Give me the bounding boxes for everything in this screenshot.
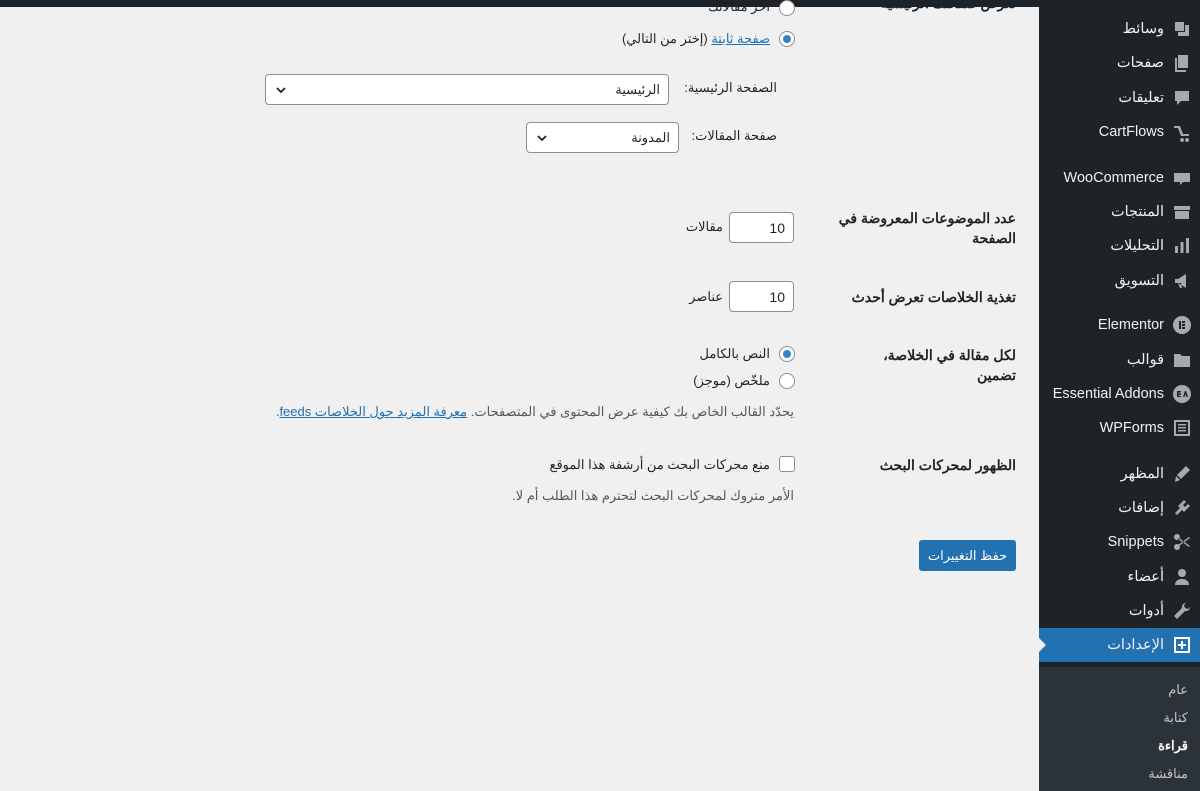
search-visibility-heading: الظهور لمحركات البحث <box>879 457 1016 473</box>
tools-icon <box>1172 601 1192 621</box>
cartflows-icon <box>1172 122 1192 142</box>
sidebar-item-label: CartFlows <box>1098 124 1164 140</box>
excerpt-label: ملخّص (موجز) <box>693 373 770 388</box>
static-page-hint: (إختر من التالي) <box>621 31 708 46</box>
chevron-down-icon <box>537 135 547 142</box>
essential-addons-icon <box>1172 384 1192 404</box>
posts-per-page-unit: مقالات <box>685 219 723 234</box>
sidebar-item-label: WPForms <box>1099 420 1164 436</box>
discourage-search-label: منع محركات البحث من أرشفة هذا الموقع <box>549 457 770 472</box>
feed-content-heading: لكل مقالة في الخلاصة، تضمين <box>883 347 1016 383</box>
sidebar-item-label: أدوات <box>1128 603 1164 619</box>
save-changes-button[interactable]: حفظ التغييرات <box>919 540 1016 571</box>
sidebar-item-essential-addons[interactable]: Essential Addons <box>1039 377 1200 411</box>
feed-items-heading: تغذية الخلاصات تعرض أحدث <box>851 289 1016 305</box>
sidebar-item-tools[interactable]: أدوات <box>1039 594 1200 628</box>
sidebar-item-label: إضافات <box>1118 500 1164 516</box>
media-icon <box>1172 19 1192 39</box>
submenu-item-general[interactable]: عام <box>1168 682 1188 698</box>
marketing-icon <box>1172 271 1192 291</box>
sidebar-item-media[interactable]: وسائط <box>1039 12 1200 46</box>
feed-content-description: يحدّد القالب الخاص بك كيفية عرض المحتوى … <box>276 404 794 420</box>
elementor-icon <box>1172 315 1192 335</box>
submenu-item-reading[interactable]: قراءة <box>1158 738 1188 754</box>
admin-sidebar: وسائط صفحات تعليقات CartFlows WooCommerc… <box>1039 7 1200 791</box>
woocommerce-icon <box>1172 168 1192 188</box>
sidebar-item-pages[interactable]: صفحات <box>1039 46 1200 80</box>
submenu-item-discussion[interactable]: مناقشة <box>1148 766 1188 782</box>
snippets-icon <box>1172 532 1192 552</box>
settings-icon <box>1172 635 1192 655</box>
sidebar-item-templates[interactable]: قوالب <box>1039 343 1200 377</box>
full-text-label: النص بالكامل <box>699 346 770 361</box>
sidebar-item-label: التحليلات <box>1110 238 1164 254</box>
sidebar-item-label: Essential Addons <box>1052 386 1164 402</box>
sidebar-item-comments[interactable]: تعليقات <box>1039 81 1200 115</box>
sidebar-item-label: WooCommerce <box>1063 170 1164 186</box>
feed-items-input[interactable] <box>729 281 794 312</box>
sidebar-item-label: تعليقات <box>1118 90 1164 106</box>
sidebar-item-analytics[interactable]: التحليلات <box>1039 229 1200 263</box>
learn-more-feeds-link[interactable]: معرفة المزيد حول الخلاصات feeds <box>279 404 467 419</box>
posts-per-page-input[interactable] <box>729 212 794 243</box>
sidebar-item-cartflows[interactable]: CartFlows <box>1039 115 1200 149</box>
appearance-icon <box>1172 464 1192 484</box>
analytics-icon <box>1172 236 1192 256</box>
users-icon <box>1172 567 1192 587</box>
feed-description-text: يحدّد القالب الخاص بك كيفية عرض المحتوى … <box>470 404 794 419</box>
sidebar-item-snippets[interactable]: Snippets <box>1039 525 1200 559</box>
radio-excerpt[interactable] <box>779 373 795 389</box>
sidebar-item-label: Elementor <box>1097 317 1164 333</box>
sidebar-item-label: التسويق <box>1114 273 1164 289</box>
templates-icon <box>1172 350 1192 370</box>
sidebar-item-appearance[interactable]: المظهر <box>1039 457 1200 491</box>
static-page-link[interactable]: صفحة ثابتة <box>711 31 770 46</box>
search-visibility-description: الأمر متروك لمحركات البحث لتحترم هذا الط… <box>512 488 794 503</box>
static-page-option: صفحة ثابتة (إختر من التالي) <box>622 31 770 47</box>
sidebar-item-label: المظهر <box>1120 466 1164 482</box>
admin-top-bar <box>0 0 1200 7</box>
wpforms-icon <box>1172 418 1192 438</box>
latest-posts-label: آخر مقالاتك <box>708 0 770 14</box>
feed-items-unit: عناصر <box>689 289 723 304</box>
comments-icon <box>1172 88 1192 108</box>
radio-full-text[interactable] <box>779 346 795 362</box>
sidebar-item-users[interactable]: أعضاء <box>1039 560 1200 594</box>
chevron-down-icon <box>276 87 286 94</box>
sidebar-item-label: الإعدادات <box>1107 637 1164 653</box>
sidebar-item-label: Snippets <box>1107 534 1164 550</box>
sidebar-item-label: صفحات <box>1116 55 1164 71</box>
posts-page-select-label: صفحة المقالات: <box>691 128 777 143</box>
homepage-select-label: الصفحة الرئيسية: <box>684 80 777 95</box>
radio-latest-posts[interactable] <box>779 0 795 16</box>
radio-static-page[interactable] <box>779 31 795 47</box>
settings-submenu: عام كتابة قراءة مناقشة <box>1039 667 1200 791</box>
sidebar-item-label: أعضاء <box>1127 569 1165 585</box>
sidebar-item-label: وسائط <box>1122 21 1164 37</box>
discourage-search-checkbox[interactable] <box>779 456 795 472</box>
homepage-display-heading: تعرض صفحتك الرئيسية <box>880 0 1016 11</box>
sidebar-item-label: قوالب <box>1126 352 1164 368</box>
sidebar-item-woocommerce[interactable]: WooCommerce <box>1039 161 1200 195</box>
products-icon <box>1172 202 1192 222</box>
sidebar-item-products[interactable]: المنتجات <box>1039 195 1200 229</box>
homepage-select-value: الرئيسية <box>615 82 660 97</box>
posts-page-select[interactable]: المدونة <box>526 122 679 153</box>
submenu-item-writing[interactable]: كتابة <box>1163 710 1188 726</box>
homepage-select[interactable]: الرئيسية <box>265 74 669 105</box>
pages-icon <box>1172 53 1192 73</box>
posts-per-page-heading: عدد الموضوعات المعروضة في الصفحة <box>838 210 1016 246</box>
sidebar-item-wpforms[interactable]: WPForms <box>1039 411 1200 445</box>
plugins-icon <box>1172 498 1192 518</box>
sidebar-item-label: المنتجات <box>1110 204 1164 220</box>
sidebar-item-settings[interactable]: الإعدادات <box>1039 628 1200 662</box>
sidebar-item-plugins[interactable]: إضافات <box>1039 491 1200 525</box>
sidebar-item-marketing[interactable]: التسويق <box>1039 264 1200 298</box>
posts-page-select-value: المدونة <box>631 130 670 145</box>
sidebar-item-elementor[interactable]: Elementor <box>1039 308 1200 342</box>
